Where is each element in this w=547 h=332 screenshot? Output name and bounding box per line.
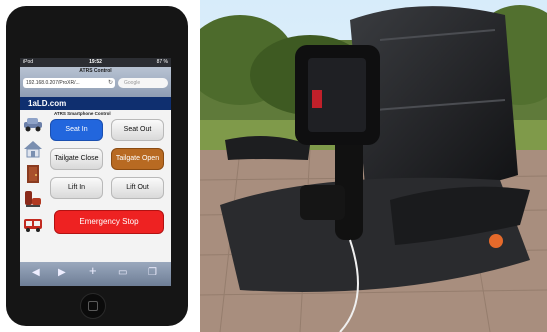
search-field[interactable]: Google bbox=[118, 78, 168, 88]
wheelchair-mount-photo bbox=[200, 0, 547, 332]
reload-icon[interactable]: ↻ bbox=[108, 78, 113, 88]
tabs-icon[interactable]: ❐ bbox=[148, 266, 157, 280]
seat-out-button[interactable]: Seat Out bbox=[111, 119, 164, 141]
bookmarks-icon[interactable]: ▭ bbox=[118, 266, 127, 280]
url-text: 192.168.0.207/ProXR/... bbox=[26, 80, 80, 86]
tailgate-open-button[interactable]: Tailgate Open bbox=[111, 148, 164, 170]
phone-photo-panel: iPod 19:52 87 % ATRS Control 192.168.0.2… bbox=[0, 0, 196, 332]
clock: 19:52 bbox=[89, 59, 102, 65]
car-icon bbox=[22, 114, 44, 134]
url-field[interactable]: 192.168.0.207/ProXR/... ↻ bbox=[23, 78, 115, 88]
app-content: ATRS Smartphone Control Seat In Seat Out… bbox=[20, 110, 171, 262]
browser-page-title: ATRS Control bbox=[79, 68, 112, 74]
lift-out-button[interactable]: Lift Out bbox=[111, 177, 164, 199]
lift-in-button[interactable]: Lift In bbox=[50, 177, 103, 199]
battery-level: 87 % bbox=[156, 59, 168, 65]
door-icon bbox=[22, 164, 44, 184]
browser-toolbar: ATRS Control 192.168.0.207/ProXR/... ↻ G… bbox=[20, 67, 171, 97]
browser-bottom-toolbar: ◀ ▶ + ▭ ❐ bbox=[20, 262, 171, 286]
forward-arrow-icon[interactable]: ▶ bbox=[58, 266, 66, 280]
add-icon[interactable]: + bbox=[89, 264, 97, 278]
back-arrow-icon[interactable]: ◀ bbox=[32, 266, 40, 280]
site-header: 1aLD.com bbox=[20, 97, 171, 110]
phone-screen: iPod 19:52 87 % ATRS Control 192.168.0.2… bbox=[20, 58, 171, 286]
home-button[interactable] bbox=[80, 293, 106, 319]
seat-icon bbox=[22, 189, 44, 209]
vehicle-lift-icon bbox=[22, 214, 44, 234]
emergency-stop-button[interactable]: Emergency Stop bbox=[54, 210, 164, 234]
app-title: ATRS Smartphone Control bbox=[54, 111, 111, 116]
status-bar: iPod 19:52 87 % bbox=[20, 58, 171, 67]
tailgate-close-button[interactable]: Tailgate Close bbox=[50, 148, 103, 170]
function-icons bbox=[22, 114, 48, 239]
seat-in-button[interactable]: Seat In bbox=[50, 119, 103, 141]
house-icon bbox=[22, 139, 44, 159]
photo-scene bbox=[200, 0, 547, 332]
